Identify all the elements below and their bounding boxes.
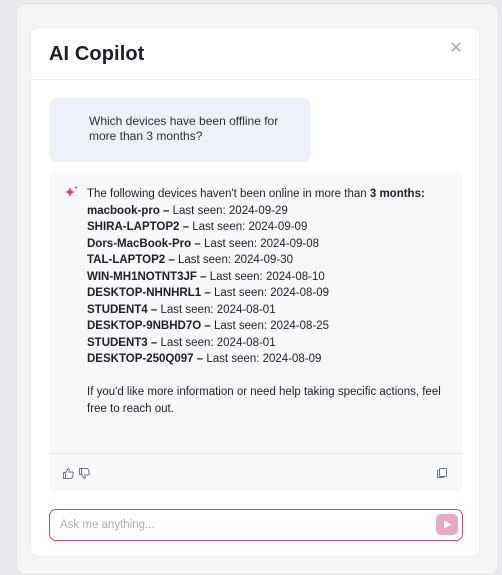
device-name: SHIRA-LAPTOP2: [87, 221, 180, 233]
device-name: STUDENT3: [87, 336, 148, 349]
ai-intro-bold: 3 months:: [369, 188, 425, 200]
last-seen-date: 2024-08-09: [270, 287, 330, 299]
device-row: TAL-LAPTOP2 – Last seen: 2024-09-30: [87, 254, 294, 266]
last-seen-date: 2024-08-01: [216, 336, 276, 349]
last-seen-prefix: Last seen:: [206, 353, 263, 365]
device-row: WIN-MH1NOTNT3JF – Last seen: 2024-08-10: [87, 270, 325, 283]
device-row: DESKTOP-NHNHRL1 – Last seen: 2024-08-09: [87, 287, 330, 299]
sparkle-icon: [64, 185, 78, 198]
last-seen-date: 2024-09-29: [228, 204, 288, 217]
device-name: WIN-MH1NOTNT3JF: [87, 270, 197, 283]
last-seen-prefix: Last seen:: [203, 237, 261, 250]
thumbs-down-button[interactable]: [77, 466, 91, 480]
last-seen-prefix: Last seen:: [172, 204, 229, 217]
last-seen-prefix: Last seen:: [192, 221, 249, 233]
thumbs-up-icon: [62, 467, 74, 479]
last-seen-date: 2024-08-01: [216, 303, 276, 316]
send-icon: [443, 520, 451, 529]
last-seen-prefix: Last seen:: [160, 303, 217, 316]
last-seen-prefix: Last seen:: [213, 320, 271, 332]
panel-header: AI Copilot: [31, 28, 479, 80]
last-seen-prefix: Last seen:: [160, 336, 217, 349]
close-icon: [451, 42, 461, 52]
last-seen-date: 2024-08-09: [262, 353, 322, 365]
ai-response-card: The following devices haven't been onlin…: [49, 171, 463, 491]
device-name: macbook-pro: [87, 204, 160, 217]
device-name: Dors-MacBook-Pro: [87, 237, 192, 250]
last-seen-date: 2024-08-10: [265, 270, 325, 283]
ai-intro: The following devices haven't been onlin…: [87, 186, 457, 203]
send-button[interactable]: [436, 514, 458, 535]
copy-icon: [437, 468, 447, 478]
copy-button[interactable]: [435, 466, 449, 480]
device-name: DESKTOP-9NBHD7O: [87, 320, 202, 332]
last-seen-date: 2024-09-09: [248, 221, 308, 233]
device-name: TAL-LAPTOP2: [87, 254, 166, 266]
last-seen-date: 2024-08-25: [270, 320, 330, 332]
chat-input[interactable]: [60, 516, 420, 534]
last-seen-prefix: Last seen:: [209, 270, 266, 283]
device-row: macbook-pro – Last seen: 2024-09-29: [87, 204, 288, 217]
device-row: DESKTOP-250Q097 – Last seen: 2024-08-09: [87, 353, 322, 365]
panel-title: AI Copilot: [49, 43, 145, 65]
copilot-panel: AI Copilot Which devices have been offli…: [30, 27, 480, 557]
device-name: DESKTOP-NHNHRL1: [87, 287, 202, 299]
thumbs-up-button[interactable]: [61, 466, 75, 480]
close-button[interactable]: [447, 38, 465, 56]
last-seen-prefix: Last seen:: [177, 254, 235, 266]
device-row: SHIRA-LAPTOP2 – Last seen: 2024-09-09: [87, 221, 308, 233]
device-row: DESKTOP-9NBHD7O – Last seen: 2024-08-25: [87, 320, 330, 332]
thumbs-down-icon: [78, 467, 90, 479]
user-message-bubble: Which devices have been offline for more…: [49, 98, 311, 162]
device-list: macbook-pro – Last seen: 2024-09-29 SHIR…: [87, 203, 457, 368]
last-seen-date: 2024-09-30: [234, 254, 294, 266]
last-seen-date: 2024-09-08: [260, 237, 320, 250]
ai-response-content: The following devices haven't been onlin…: [87, 186, 457, 418]
chat-composer: [49, 509, 463, 541]
last-seen-prefix: Last seen:: [213, 287, 271, 299]
device-row: STUDENT4 – Last seen: 2024-08-01: [87, 303, 276, 316]
device-name: STUDENT4: [87, 303, 148, 316]
user-message-text: Which devices have been offline for more…: [89, 114, 279, 143]
ai-closing-text: If you'd like more information or need h…: [87, 385, 441, 415]
device-name: DESKTOP-250Q097: [87, 353, 194, 365]
ai-response-footer: [49, 453, 463, 491]
device-row: Dors-MacBook-Pro – Last seen: 2024-09-08: [87, 237, 320, 250]
device-row: STUDENT3 – Last seen: 2024-08-01: [87, 336, 276, 349]
ai-intro-prefix: The following devices haven't been onlin…: [87, 188, 370, 200]
